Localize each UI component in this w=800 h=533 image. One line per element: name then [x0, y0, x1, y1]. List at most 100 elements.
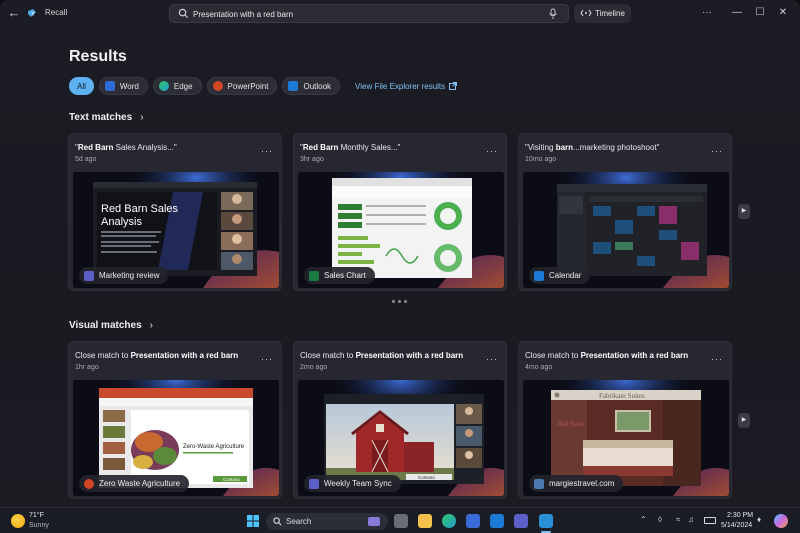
- minimize-button[interactable]: —: [730, 6, 744, 20]
- page-dot[interactable]: [392, 300, 395, 303]
- recall-window: ← Recall Timeline ··· — ☐: [0, 0, 800, 507]
- card-timestamp: 2mo ago: [300, 364, 328, 371]
- weather-description[interactable]: Sunny: [29, 522, 49, 529]
- outlook-icon[interactable]: [490, 514, 504, 528]
- taskbar: 71°F Sunny Search ⌃ ◊ ≈ ♫ 2:30 PM 5/14/2…: [0, 507, 800, 533]
- card-title: Close match to Presentation with a red b…: [75, 351, 239, 360]
- card-more-button[interactable]: ···: [261, 146, 273, 156]
- weather-temperature[interactable]: 71°F: [29, 512, 44, 519]
- timeline-icon: [580, 9, 592, 17]
- filter-edge[interactable]: Edge: [152, 77, 202, 95]
- card-more-button[interactable]: ···: [486, 354, 498, 364]
- text-matches-header[interactable]: Text matches ›: [69, 112, 144, 123]
- thumb-slide-title: Zero-Waste Agriculture: [183, 444, 245, 450]
- result-card[interactable]: Close match to Presentation with a red b…: [68, 341, 282, 499]
- card-badge: Calendar: [529, 267, 591, 284]
- search-box[interactable]: [169, 4, 569, 23]
- card-thumbnail[interactable]: Calendar: [523, 172, 729, 288]
- filter-outlook[interactable]: Outlook: [282, 77, 341, 95]
- microphone-icon[interactable]: [548, 8, 558, 20]
- powerpoint-icon: [212, 81, 223, 91]
- excel-icon: [309, 270, 319, 281]
- battery-icon[interactable]: [704, 517, 716, 524]
- card-timestamp: 4mo ago: [525, 364, 553, 371]
- external-link-icon: [449, 82, 458, 90]
- result-card[interactable]: Close match to Presentation with a red b…: [518, 341, 732, 499]
- teams-icon[interactable]: [514, 514, 528, 528]
- filter-label: Word: [119, 81, 139, 91]
- next-page-button[interactable]: ▶: [738, 204, 750, 219]
- section-title: Visual matches: [69, 320, 142, 331]
- thumb-brand: Contoso: [418, 475, 435, 480]
- title-bar: ← Recall Timeline ··· — ☐: [0, 0, 800, 28]
- cube-icon[interactable]: ◊: [658, 515, 662, 524]
- network-icon[interactable]: ≈: [676, 515, 680, 524]
- file-explorer-link[interactable]: View File Explorer results: [355, 82, 458, 91]
- store-icon[interactable]: [466, 514, 480, 528]
- file-explorer-icon[interactable]: [418, 514, 432, 528]
- edge-icon[interactable]: [442, 514, 456, 528]
- filter-label: Edge: [173, 81, 193, 91]
- search-input[interactable]: [193, 7, 533, 21]
- timeline-button[interactable]: Timeline: [574, 4, 631, 23]
- card-title: "Red Barn Monthly Sales...": [300, 143, 401, 152]
- filter-label: All: [77, 81, 86, 91]
- badge-label: Weekly Team Sync: [324, 479, 392, 488]
- card-timestamp: 3hr ago: [300, 156, 324, 163]
- recall-taskbar-icon[interactable]: [539, 514, 553, 528]
- card-thumbnail[interactable]: Sales Chart: [298, 172, 504, 288]
- page-indicator[interactable]: [392, 300, 407, 303]
- outlook-icon: [288, 81, 299, 91]
- filter-powerpoint[interactable]: PowerPoint: [206, 77, 278, 95]
- card-badge: Sales Chart: [304, 267, 375, 284]
- filter-word[interactable]: Word: [98, 77, 148, 95]
- card-title: "Visiting barn...marketing photoshoot": [525, 143, 660, 152]
- taskbar-search[interactable]: Search: [266, 513, 388, 530]
- section-title: Text matches: [69, 112, 133, 123]
- card-timestamp: 1hr ago: [75, 364, 99, 371]
- card-title: Close match to Presentation with a red b…: [300, 351, 464, 360]
- filter-chips: All Word Edge PowerPoint Outlook View Fi…: [69, 77, 458, 95]
- sun-icon[interactable]: [11, 514, 25, 528]
- badge-label: Sales Chart: [324, 271, 366, 280]
- chevron-right-icon: ›: [140, 112, 144, 123]
- card-thumbnail[interactable]: Fabrikam Suites Red Barn margiestravel.c…: [523, 380, 729, 496]
- maximize-button[interactable]: ☐: [753, 6, 767, 20]
- copilot-search-icon: [368, 517, 380, 526]
- thumb-site-title: Fabrikam Suites: [599, 392, 645, 400]
- page-dot[interactable]: [404, 300, 407, 303]
- result-card[interactable]: Close match to Presentation with a red b…: [293, 341, 507, 499]
- page-dot[interactable]: [398, 300, 401, 303]
- close-button[interactable]: ✕: [776, 6, 790, 20]
- card-badge: Weekly Team Sync: [304, 475, 401, 492]
- task-view-icon[interactable]: [394, 514, 408, 528]
- next-page-button[interactable]: ▶: [738, 413, 750, 428]
- show-hidden-icons-icon[interactable]: ⌃: [640, 515, 647, 524]
- card-thumbnail[interactable]: Red Barn Sales Analysis Marketing review: [73, 172, 279, 288]
- card-more-button[interactable]: ···: [486, 146, 498, 156]
- back-button[interactable]: ←: [6, 5, 22, 21]
- card-thumbnail[interactable]: Zero-Waste Agriculture Contoso Zero Wast…: [73, 380, 279, 496]
- filter-label: PowerPoint: [227, 81, 269, 91]
- filter-label: Outlook: [303, 81, 332, 91]
- card-more-button[interactable]: ···: [711, 354, 723, 364]
- card-thumbnail[interactable]: Contoso Weekly Team Sync: [298, 380, 504, 496]
- result-card[interactable]: "Red Barn Sales Analysis..." 5d ago ···: [68, 133, 282, 291]
- volume-icon[interactable]: ♫: [688, 515, 694, 524]
- clock-date[interactable]: 5/14/2024: [721, 522, 752, 529]
- result-card[interactable]: "Red Barn Monthly Sales..." 3hr ago ···: [293, 133, 507, 291]
- filter-all[interactable]: All: [69, 77, 94, 95]
- clock-time[interactable]: 2:30 PM: [727, 512, 753, 519]
- windows-start-icon[interactable]: [246, 514, 260, 528]
- more-options-button[interactable]: ···: [700, 6, 714, 20]
- notification-bell-icon[interactable]: ♦: [757, 515, 761, 524]
- recall-app-icon: [28, 9, 36, 17]
- card-more-button[interactable]: ···: [711, 146, 723, 156]
- visual-matches-header[interactable]: Visual matches ›: [69, 320, 153, 331]
- copilot-icon[interactable]: [774, 514, 788, 528]
- result-card[interactable]: "Visiting barn...marketing photoshoot" 1…: [518, 133, 732, 291]
- card-more-button[interactable]: ···: [261, 354, 273, 364]
- results-title: Results: [69, 48, 127, 65]
- card-timestamp: 10mo ago: [525, 156, 557, 163]
- badge-label: Marketing review: [99, 271, 160, 280]
